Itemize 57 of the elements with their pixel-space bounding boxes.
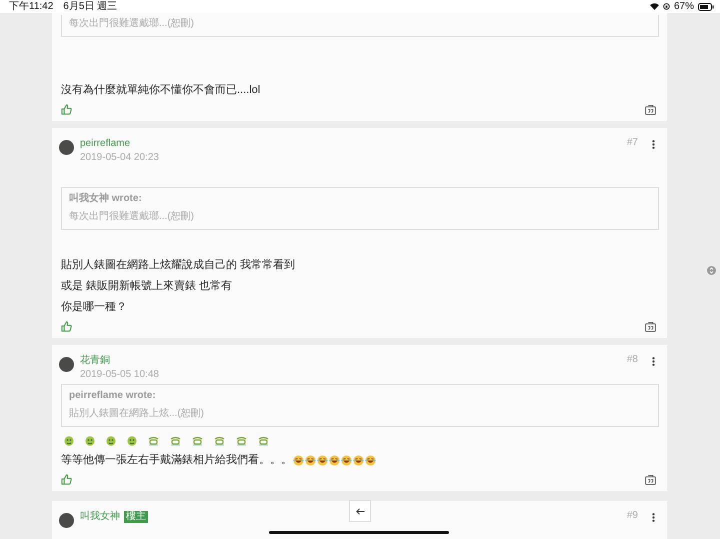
laughing-emoji-icon bbox=[293, 455, 304, 466]
sticker-icon bbox=[236, 436, 247, 446]
laughing-emoji-icon bbox=[365, 455, 376, 466]
sticker-icon bbox=[127, 435, 137, 446]
quote-text: 每次出門很難選戴瑯...(恕刪) bbox=[69, 210, 195, 224]
author-name[interactable]: peirreflame bbox=[80, 136, 130, 151]
post-date: 2019-05-04 20:23 bbox=[80, 151, 160, 165]
sticker-icon bbox=[148, 436, 159, 446]
avatar bbox=[59, 140, 74, 155]
laughing-emoji-icon bbox=[341, 455, 352, 466]
author-name[interactable]: 叫我女神 bbox=[80, 509, 120, 524]
thumbs-up-icon[interactable] bbox=[61, 474, 72, 485]
sticker-icon bbox=[64, 435, 74, 446]
floor-number: #7 bbox=[626, 136, 638, 150]
laughing-emoji-icon bbox=[353, 455, 364, 466]
post-date: 2019-05-05 10:48 bbox=[80, 368, 160, 382]
thumbs-up-icon[interactable] bbox=[61, 321, 72, 332]
more-icon[interactable] bbox=[652, 357, 655, 366]
sticker-icon bbox=[106, 435, 116, 446]
post-text: 沒有為什麼就單純你不懂你不會而已....lol bbox=[61, 82, 260, 98]
scroll-handle-icon[interactable] bbox=[707, 266, 716, 275]
avatar bbox=[59, 513, 74, 528]
quote-reply-icon[interactable] bbox=[645, 474, 656, 484]
laughing-emoji-icon bbox=[305, 455, 316, 466]
post-text: 或是 錶販開新帳號上來賣錶 也常有 bbox=[61, 278, 232, 294]
sticker-icon bbox=[214, 436, 225, 446]
post-text: 貼別人錶圖在網路上炫耀說成自己的 我常常看到 bbox=[61, 258, 296, 273]
author-name[interactable]: 花青銅 bbox=[80, 353, 110, 368]
back-button[interactable] bbox=[349, 500, 371, 522]
status-date: 6月5日 週三 bbox=[63, 0, 118, 13]
rotation-lock-icon bbox=[662, 3, 670, 10]
quote-text: 每次出門很難選戴瑯...(恕刪) bbox=[69, 17, 195, 31]
author-badge: 樓主 bbox=[124, 510, 148, 522]
quote-text: 貼別人錶圖在網路上炫...(恕刪) bbox=[69, 407, 205, 421]
battery-icon bbox=[698, 2, 714, 10]
laughing-emoji-icon bbox=[317, 455, 328, 466]
sticker-icon bbox=[192, 436, 203, 446]
post-text: 你是哪一種？ bbox=[61, 300, 127, 315]
sticker-icon bbox=[170, 436, 181, 446]
left-arrow-icon bbox=[356, 508, 364, 514]
post-text: 等等他傳一張左右手戴滿錶相片給我們看。。。 bbox=[61, 453, 292, 468]
sticker-icon bbox=[85, 435, 95, 446]
more-icon[interactable] bbox=[652, 140, 655, 149]
avatar bbox=[59, 357, 74, 372]
battery-percent: 67% bbox=[674, 0, 694, 13]
laughing-emoji-icon bbox=[329, 455, 340, 466]
quote-author: 叫我女神 wrote: bbox=[69, 192, 143, 206]
thumbs-up-icon[interactable] bbox=[61, 104, 72, 115]
sticker-icon bbox=[258, 436, 269, 446]
status-time: 下午11:42 bbox=[9, 0, 54, 13]
more-icon[interactable] bbox=[652, 513, 655, 522]
quote-author: peirreflame wrote: bbox=[69, 389, 157, 403]
quote-reply-icon[interactable] bbox=[645, 104, 656, 114]
wifi-icon bbox=[650, 3, 659, 10]
quote-reply-icon[interactable] bbox=[645, 322, 656, 332]
floor-number: #9 bbox=[626, 509, 638, 523]
floor-number: #8 bbox=[626, 353, 638, 367]
